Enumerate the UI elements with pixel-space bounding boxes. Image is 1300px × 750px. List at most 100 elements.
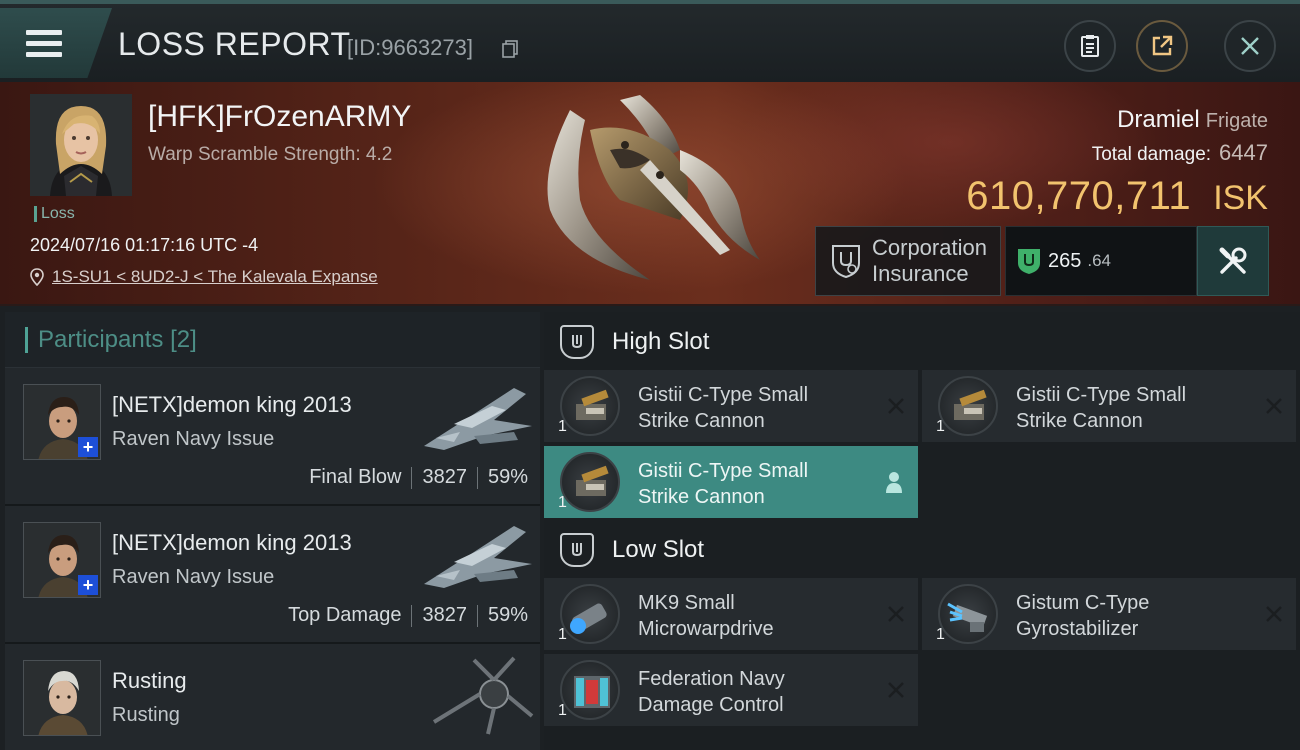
participant-name[interactable]: Rusting [112, 668, 187, 694]
location-text: 1S-SU1 < 8UD2-J < The Kalevala Expanse [52, 267, 378, 286]
isk-value-line: 610,770,711 ISK [966, 174, 1268, 219]
module-quantity: 1 [558, 626, 567, 643]
damage-control-icon [560, 660, 620, 720]
low-slot-title: Low Slot [612, 536, 705, 563]
module-name: Gistii C-Type Small Strike Cannon [1016, 382, 1236, 434]
destroyed-x-icon [888, 398, 904, 414]
clipboard-icon [1081, 35, 1099, 57]
participant-ship-icon [424, 388, 532, 450]
module-quantity: 1 [558, 418, 567, 435]
participant-tag: Top Damage [288, 604, 402, 626]
module-item[interactable]: 1 Gistii C-Type Small Strike Cannon [544, 370, 918, 442]
participant-damage: 3827 [422, 466, 467, 488]
module-name-line1: Gistii C-Type Small [638, 384, 809, 406]
stats-divider [411, 466, 413, 489]
participant-row[interactable]: Rusting Rusting [5, 644, 540, 750]
module-quantity: 1 [936, 626, 945, 643]
high-slot-header: High Slot [544, 312, 1300, 372]
participant-name[interactable]: [NETX]demon king 2013 [112, 530, 352, 556]
destroyed-x-icon [888, 606, 904, 622]
share-icon [1152, 35, 1173, 56]
strike-cannon-icon [560, 376, 620, 436]
ship-render-image [547, 95, 760, 280]
strike-cannon-icon [560, 452, 620, 512]
module-name-line1: Federation Navy [638, 668, 785, 690]
participant-name[interactable]: [NETX]demon king 2013 [112, 392, 352, 418]
module-name-line2: Microwarpdrive [638, 618, 774, 640]
participant-stats: Final Blow 3827 59% [309, 466, 528, 489]
copy-icon[interactable] [502, 40, 518, 58]
module-name-line1: Gistum C-Type [1016, 592, 1150, 614]
module-name: Federation Navy Damage Control [638, 666, 858, 718]
participant-ship-icon [424, 526, 532, 588]
corporation-insurance-icon [832, 245, 860, 279]
participant-row[interactable]: + [NETX]demon king 2013 Raven Navy Issue… [5, 506, 540, 644]
share-button[interactable] [1136, 20, 1188, 72]
participant-ship-icon [432, 656, 534, 735]
add-contact-badge[interactable]: + [78, 575, 98, 595]
loss-datetime: 2024/07/16 01:17:16 UTC -4 [30, 235, 259, 255]
module-name-line2: Strike Cannon [638, 486, 765, 508]
module-item[interactable]: 1 Gistum C-Type Gyrostabilizer [922, 578, 1296, 650]
participants-title: Participants [38, 325, 164, 353]
module-quantity: 1 [558, 702, 567, 719]
isk-value: 610,770,711 [966, 174, 1192, 218]
insurance-label: Corporation Insurance [872, 235, 987, 287]
stats-divider [411, 604, 413, 627]
module-item[interactable]: 1 MK9 Small Microwarpdrive [544, 578, 918, 650]
participant-avatar[interactable]: + [23, 384, 101, 460]
participants-panel: Participants [2] + [NETX]demon king 2013… [5, 312, 540, 750]
participant-avatar[interactable] [23, 660, 101, 736]
low-slot-header: Low Slot [544, 520, 1300, 580]
fitting-panel: High Slot 1 Gistii C-Type Small Strike C… [544, 312, 1300, 750]
module-item-selected[interactable]: 1 Gistii C-Type Small Strike Cannon [544, 446, 918, 518]
module-name-line2: Strike Cannon [638, 410, 765, 432]
module-item[interactable]: 1 Gistii C-Type Small Strike Cannon [922, 370, 1296, 442]
participant-ship: Raven Navy Issue [112, 428, 275, 450]
participant-tag: Final Blow [309, 466, 402, 488]
participant-ship: Rusting [112, 704, 180, 726]
warp-scramble-strength: Warp Scramble Strength: 4.2 [148, 144, 393, 165]
high-slot-title: High Slot [612, 328, 710, 355]
victim-name[interactable]: [HFK]FrOzenARMY [148, 100, 411, 134]
victim-portrait[interactable] [30, 94, 132, 196]
insurance-label-line1: Corporation [872, 235, 987, 260]
corporation-insurance-box[interactable]: Corporation Insurance [815, 226, 1001, 296]
strike-cannon-icon [938, 376, 998, 436]
page-title: LOSS REPORT [118, 26, 351, 62]
destroyed-x-icon [888, 682, 904, 698]
module-name: MK9 Small Microwarpdrive [638, 590, 858, 642]
insurance-label-line2: Insurance [872, 261, 969, 286]
close-icon [1241, 37, 1259, 55]
module-name-line1: MK9 Small [638, 592, 735, 614]
insurance-amount-int: 265 [1048, 249, 1082, 272]
module-name-line1: Gistii C-Type Small [1016, 384, 1187, 406]
close-button[interactable] [1224, 20, 1276, 72]
victim-banner: [HFK]FrOzenARMY Warp Scramble Strength: … [0, 82, 1300, 306]
loss-location-link[interactable]: 1S-SU1 < 8UD2-J < The Kalevala Expanse [30, 267, 378, 287]
add-contact-badge[interactable]: + [78, 437, 98, 457]
participant-damage: 3827 [422, 604, 467, 626]
participant-row[interactable]: + [NETX]demon king 2013 Raven Navy Issue… [5, 368, 540, 506]
participants-header: Participants [2] [5, 312, 540, 368]
clipboard-button[interactable] [1064, 20, 1116, 72]
isk-unit: ISK [1213, 179, 1268, 217]
participant-avatar[interactable]: + [23, 522, 101, 598]
fitting-tools-button[interactable] [1197, 226, 1269, 296]
total-damage-value: 6447 [1219, 140, 1268, 165]
module-item[interactable]: 1 Federation Navy Damage Control [544, 654, 918, 726]
low-slot-icon [560, 533, 594, 567]
module-name: Gistum C-Type Gyrostabilizer [1016, 590, 1236, 642]
ship-class: Frigate [1205, 110, 1268, 132]
ship-name[interactable]: Dramiel Frigate [1117, 106, 1268, 134]
menu-button[interactable] [0, 8, 112, 78]
insurance-shield-icon [1018, 249, 1040, 274]
pilot-portrait-icon [30, 94, 132, 196]
module-name-line1: Gistii C-Type Small [638, 460, 809, 482]
loss-status-tag: Loss [34, 206, 75, 222]
ship-type: Dramiel [1117, 106, 1200, 133]
stats-divider [476, 604, 478, 627]
participants-count: [2] [170, 325, 197, 353]
header-accent-bar [25, 326, 28, 353]
total-damage: Total damage: 6447 [1092, 140, 1268, 166]
